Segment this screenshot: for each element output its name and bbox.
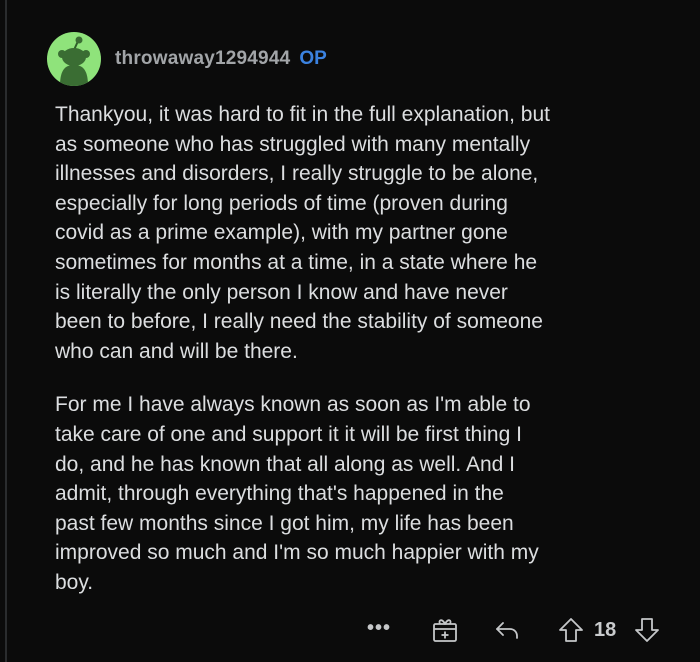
award-gift-icon (433, 619, 457, 642)
downvote-arrow-icon (635, 618, 659, 642)
more-options-icon: ••• (366, 617, 391, 639)
comment-paragraph: Thankyou, it was hard to fit in the full… (55, 103, 550, 363)
reply-arrow-icon (496, 622, 518, 639)
username[interactable]: throwaway1294944 (115, 48, 290, 70)
comment-paragraph: For me I have always known as soon as I'… (55, 393, 539, 594)
op-badge: OP (299, 48, 327, 69)
upvote-button[interactable] (556, 612, 586, 648)
more-options-button[interactable]: ••• (362, 612, 396, 648)
avatar[interactable] (47, 32, 101, 86)
award-button[interactable] (430, 612, 460, 648)
comment-body: Thankyou, it was hard to fit in the full… (55, 100, 685, 598)
vote-score: 18 (594, 619, 617, 641)
thread-line[interactable] (5, 0, 7, 662)
reply-button[interactable] (492, 612, 522, 648)
upvote-arrow-icon (559, 618, 583, 642)
comment-actions: ••• 18 (360, 612, 680, 648)
snoo-avatar-icon (58, 36, 90, 86)
comment-header: throwaway1294944 OP (47, 31, 327, 87)
downvote-button[interactable] (632, 612, 662, 648)
